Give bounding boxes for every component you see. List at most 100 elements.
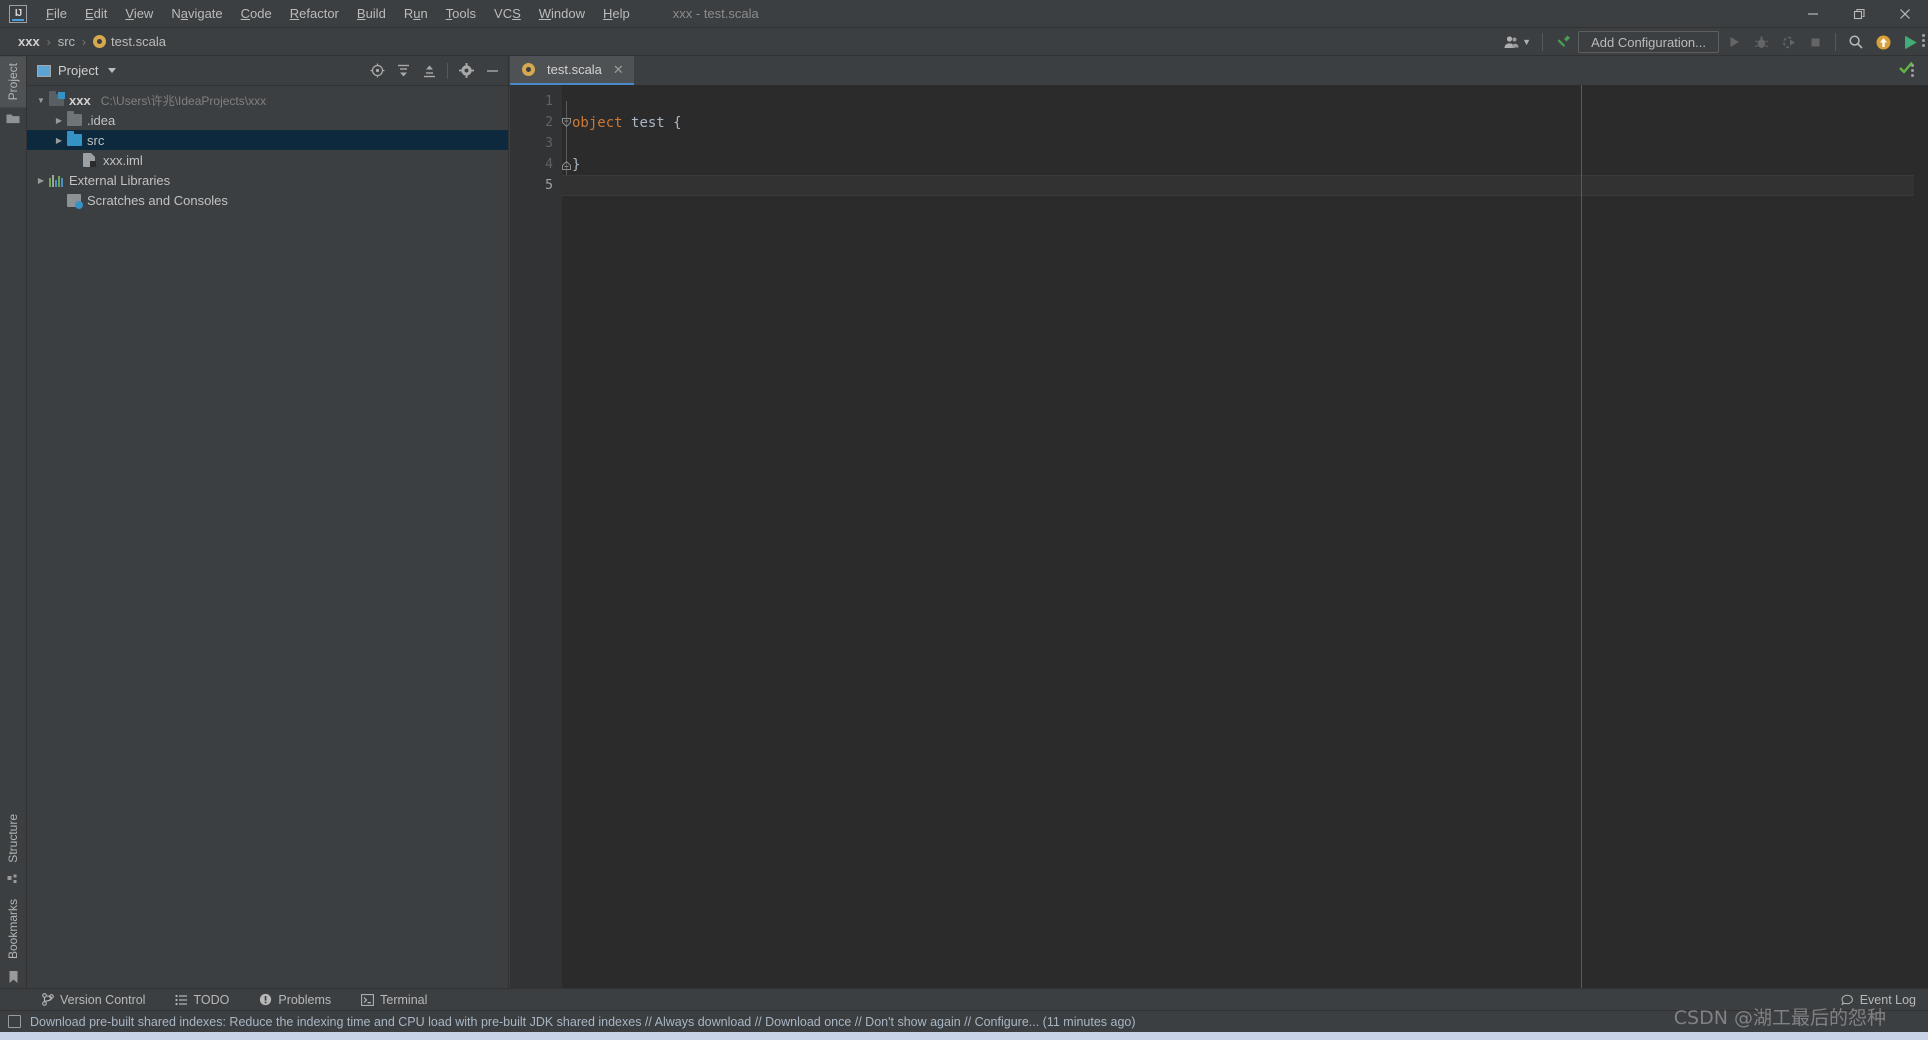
project-panel-toolbar xyxy=(365,59,504,83)
tool-window-version-control[interactable]: Version Control xyxy=(38,992,149,1008)
scala-file-icon xyxy=(522,63,535,76)
breadcrumb-item-project[interactable]: xxx xyxy=(14,32,44,51)
error-stripe-gutter[interactable] xyxy=(1914,114,1928,988)
close-button[interactable] xyxy=(1882,0,1928,28)
libraries-icon xyxy=(49,174,67,187)
tool-window-event-log[interactable]: Event Log xyxy=(1840,993,1916,1007)
code-line-1[interactable] xyxy=(562,91,1928,112)
build-hammer-icon[interactable] xyxy=(1551,31,1575,53)
chevron-right-icon[interactable] xyxy=(33,176,49,185)
collapse-all-icon[interactable] xyxy=(417,59,441,83)
line-number: 4 xyxy=(545,157,553,172)
code-line-2[interactable]: object test { xyxy=(562,112,1928,133)
menu-navigate[interactable]: Navigate xyxy=(162,2,231,25)
menu-tools[interactable]: Tools xyxy=(437,2,485,25)
minimize-button[interactable] xyxy=(1790,0,1836,28)
line-number: 1 xyxy=(545,94,553,109)
chevron-right-icon[interactable] xyxy=(51,116,67,125)
menu-run[interactable]: Run xyxy=(395,2,437,25)
folder-icon xyxy=(67,111,85,126)
left-tool-stripe: Project Structure Bookmarks xyxy=(0,56,27,988)
status-bar: Download pre-built shared indexes: Reduc… xyxy=(0,1010,1928,1032)
main-toolbar: ▼ Add Configuration... xyxy=(1500,28,1922,56)
sidebar-item-project[interactable]: Project xyxy=(0,56,26,108)
project-tool-window: Project ▼ xxx C:\Users\许兆\IdeaProjects\x… xyxy=(27,56,509,988)
debug-icon[interactable] xyxy=(1749,31,1773,53)
code-editor[interactable]: 1 2 3 4 5 object test {} xyxy=(510,85,1928,988)
tree-node-src[interactable]: src xyxy=(27,130,508,150)
iml-file-icon xyxy=(83,153,101,167)
title-bar: IJ File Edit View Navigate Code Refactor… xyxy=(0,0,1928,28)
run-icon[interactable] xyxy=(1722,31,1746,53)
tool-window-label: Version Control xyxy=(60,992,146,1007)
terminal-icon xyxy=(361,993,375,1006)
user-account-icon[interactable]: ▼ xyxy=(1500,31,1534,53)
menu-code[interactable]: Code xyxy=(232,2,281,25)
editor-gutter[interactable]: 1 2 3 4 5 xyxy=(510,85,562,988)
select-opened-file-icon[interactable] xyxy=(365,59,389,83)
source-folder-icon xyxy=(67,131,85,146)
code-text-area[interactable]: object test { } xyxy=(562,85,1928,988)
expand-all-icon[interactable] xyxy=(391,59,415,83)
menu-edit[interactable]: Edit xyxy=(76,2,116,25)
menu-window[interactable]: Window xyxy=(530,2,594,25)
tool-window-terminal[interactable]: Terminal xyxy=(357,992,431,1008)
breadcrumb-item-file[interactable]: test.scala xyxy=(89,32,170,51)
tree-node-external-libraries[interactable]: External Libraries xyxy=(27,170,508,190)
status-message[interactable]: Download pre-built shared indexes: Reduc… xyxy=(30,1015,1136,1029)
code-line-5[interactable] xyxy=(562,175,1928,196)
project-view-icon xyxy=(37,64,51,77)
tree-node-scratches[interactable]: Scratches and Consoles xyxy=(27,190,508,210)
editor-tab-bar: test.scala ✕ xyxy=(510,56,1928,85)
project-panel-title-dropdown[interactable]: Project xyxy=(31,61,122,80)
tree-node-idea[interactable]: .idea xyxy=(27,110,508,130)
breadcrumb-label: xxx xyxy=(18,34,40,49)
menu-file[interactable]: File xyxy=(37,2,76,25)
stop-icon[interactable] xyxy=(1803,31,1827,53)
menu-build[interactable]: Build xyxy=(348,2,395,25)
editor-tab-test-scala[interactable]: test.scala ✕ xyxy=(510,56,634,85)
code-line-4[interactable]: } xyxy=(562,154,1928,175)
sidebar-item-structure[interactable]: Structure xyxy=(0,807,26,870)
window-controls xyxy=(1790,0,1928,28)
bookmark-icon xyxy=(0,966,26,988)
code-token-identifier: test xyxy=(631,114,665,131)
maximize-restore-button[interactable] xyxy=(1836,0,1882,28)
tree-node-project-root[interactable]: xxx C:\Users\许兆\IdeaProjects\xxx xyxy=(27,90,508,110)
notification-icon[interactable] xyxy=(8,1015,21,1028)
menu-refactor[interactable]: Refactor xyxy=(281,2,348,25)
add-configuration-button[interactable]: Add Configuration... xyxy=(1578,31,1719,53)
tool-window-todo[interactable]: TODO xyxy=(171,992,233,1008)
tree-node-label: .idea xyxy=(87,112,116,128)
breadcrumb-item-src[interactable]: src xyxy=(54,32,79,51)
breadcrumb-separator: › xyxy=(82,34,87,49)
toolbar-overflow-kebab-icon[interactable] xyxy=(1922,34,1925,47)
hide-panel-icon[interactable] xyxy=(480,59,504,83)
chevron-right-icon[interactable] xyxy=(51,136,67,145)
run-with-coverage-icon[interactable] xyxy=(1776,31,1800,53)
menu-vcs[interactable]: VCS xyxy=(485,2,530,25)
tree-node-iml[interactable]: xxx.iml xyxy=(27,150,508,170)
sidebar-item-bookmarks[interactable]: Bookmarks xyxy=(0,892,26,966)
intellij-idea-window: IJ File Edit View Navigate Code Refactor… xyxy=(0,0,1928,1040)
update-project-icon[interactable] xyxy=(1871,31,1895,53)
code-token-brace: { xyxy=(664,114,682,131)
menu-help[interactable]: Help xyxy=(594,2,639,25)
stripe-label-bookmarks: Bookmarks xyxy=(6,898,20,959)
add-configuration-label: Add Configuration... xyxy=(1591,34,1706,50)
todo-icon xyxy=(175,994,188,1005)
ok-checkmark-icon[interactable] xyxy=(1898,60,1914,78)
breadcrumb-separator: › xyxy=(46,34,51,49)
settings-gear-icon[interactable] xyxy=(454,59,478,83)
close-icon[interactable]: ✕ xyxy=(613,63,624,76)
commit-folder-icon[interactable] xyxy=(0,107,26,129)
os-taskbar xyxy=(0,1032,1928,1040)
menu-view[interactable]: View xyxy=(116,2,162,25)
search-everywhere-icon[interactable] xyxy=(1844,31,1868,53)
tool-window-problems[interactable]: Problems xyxy=(255,992,335,1008)
code-line-3[interactable] xyxy=(562,133,1928,154)
chevron-down-icon[interactable] xyxy=(33,96,49,105)
tree-node-label: xxx xyxy=(69,92,91,108)
ide-features-trainer-icon[interactable] xyxy=(1898,31,1922,53)
breadcrumb: xxx › src › test.scala xyxy=(14,32,170,51)
